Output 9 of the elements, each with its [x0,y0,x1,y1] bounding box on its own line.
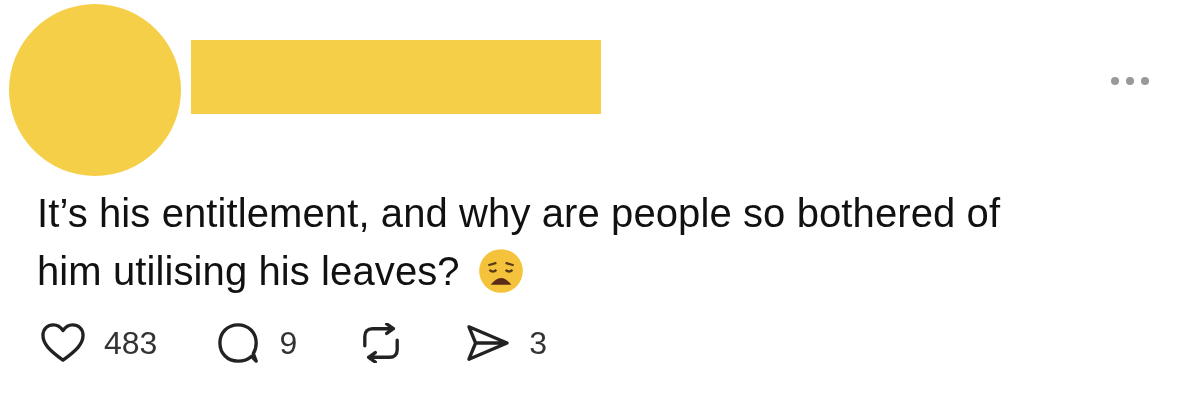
weary-face-emoji-icon [477,248,524,294]
action-count: 483 [104,324,158,362]
action-count: 3 [529,324,547,362]
post-text-line: It’s his entitlement, and why are people so bothered of [37,190,1001,237]
send-icon[interactable] [465,323,512,363]
post-text-line: him utilising his leaves? [37,248,460,295]
action-count: 9 [279,324,298,362]
more-options-icon[interactable] [1110,76,1150,86]
heart-icon[interactable] [40,322,86,364]
